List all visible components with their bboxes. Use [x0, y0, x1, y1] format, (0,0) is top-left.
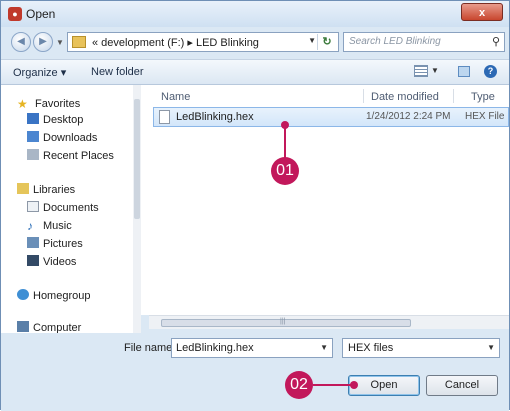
callout-pointer-line — [313, 384, 353, 386]
sidebar-label: Music — [43, 220, 72, 232]
sidebar-label: Desktop — [43, 114, 84, 126]
navigation-bar: ◀ ▶ ▼ « development (F:) ▸ LED Blinking … — [1, 28, 509, 56]
sidebar-item-pictures[interactable]: Pictures — [27, 237, 83, 250]
refresh-icon[interactable]: ↻ — [317, 34, 336, 50]
recent-pages-dropdown-icon[interactable]: ▼ — [56, 38, 64, 47]
column-header-type[interactable]: Type — [471, 91, 495, 103]
recent-places-icon — [27, 149, 39, 160]
sidebar-item-desktop[interactable]: Desktop — [27, 113, 83, 126]
sidebar-label: Pictures — [43, 238, 83, 250]
sidebar-label: Documents — [43, 202, 99, 214]
column-header-name[interactable]: Name — [161, 91, 190, 103]
sidebar-label: Downloads — [43, 132, 98, 144]
title-bar: ● Open x — [1, 1, 509, 27]
file-name-field[interactable]: LedBlinking.hex ▼ — [171, 338, 333, 358]
file-type-dropdown-icon[interactable]: ▼ — [487, 343, 495, 352]
downloads-icon — [27, 131, 39, 142]
horizontal-scrollbar[interactable]: ||| — [149, 315, 509, 329]
sidebar-item-homegroup[interactable]: Homegroup — [17, 289, 90, 302]
search-icon[interactable]: ⚲ — [492, 35, 500, 48]
navigation-pane: ★ Favorites Desktop Downloads Recent Plac… — [1, 85, 141, 333]
column-divider[interactable] — [453, 89, 454, 103]
search-input[interactable]: Search LED Blinking ⚲ — [343, 32, 505, 52]
help-icon[interactable]: ? — [484, 65, 497, 78]
scrollbar-grip-icon: ||| — [280, 318, 286, 325]
file-type-select[interactable]: HEX files ▼ — [342, 338, 500, 358]
music-icon: ♪ — [27, 219, 33, 233]
sidebar-label: Recent Places — [43, 150, 114, 162]
libraries-icon — [17, 183, 29, 194]
back-button[interactable]: ◀ — [11, 32, 31, 52]
star-icon: ★ — [17, 97, 28, 111]
forward-button[interactable]: ▶ — [33, 32, 53, 52]
documents-icon — [27, 201, 39, 212]
close-button[interactable]: x — [461, 3, 503, 21]
view-dropdown-icon[interactable]: ▼ — [431, 66, 439, 75]
change-view-icon[interactable] — [414, 65, 428, 77]
sidebar-item-libraries[interactable]: Libraries — [17, 183, 75, 196]
column-header-date-modified[interactable]: Date modified — [371, 91, 439, 103]
desktop-icon — [27, 113, 39, 124]
file-icon — [159, 110, 170, 124]
file-name-value[interactable]: LedBlinking.hex — [176, 342, 254, 354]
sidebar-item-computer[interactable]: Computer — [17, 321, 81, 333]
file-list: Name Date modified Type LedBlinking.hex … — [141, 85, 509, 315]
step-callout-2: 02 — [285, 371, 313, 399]
file-name[interactable]: LedBlinking.hex — [176, 111, 254, 123]
sidebar-label: Computer — [33, 322, 82, 333]
dialog-footer: File name: LedBlinking.hex ▼ HEX files ▼… — [1, 333, 509, 411]
command-toolbar: Organize ▾ New folder ▼ ? — [1, 59, 509, 85]
column-divider[interactable] — [363, 89, 364, 103]
file-date: 1/24/2012 2:24 PM — [366, 111, 451, 122]
homegroup-icon — [17, 289, 29, 300]
folder-icon — [72, 36, 86, 48]
file-name-dropdown-icon[interactable]: ▼ — [320, 343, 328, 352]
file-type: HEX File — [465, 111, 505, 122]
cancel-button[interactable]: Cancel — [426, 375, 498, 396]
pictures-icon — [27, 237, 39, 248]
callout-pointer-line — [284, 125, 286, 158]
file-row[interactable]: LedBlinking.hex 1/24/2012 2:24 PM HEX Fi… — [153, 107, 509, 127]
sidebar-label: Favorites — [35, 98, 81, 110]
sidebar-label: Videos — [43, 256, 77, 268]
scrollbar-thumb[interactable]: ||| — [161, 318, 411, 327]
navigation-scrollbar[interactable] — [133, 85, 141, 333]
organize-button[interactable]: Organize ▾ — [13, 66, 66, 79]
step-callout-1: 01 — [271, 157, 299, 185]
preview-pane-icon[interactable] — [458, 66, 470, 77]
new-folder-button[interactable]: New folder — [91, 66, 144, 78]
sidebar-item-documents[interactable]: Documents — [27, 201, 99, 214]
file-type-value[interactable]: HEX files — [348, 342, 393, 354]
sidebar-item-downloads[interactable]: Downloads — [27, 131, 97, 144]
window-title: Open — [26, 7, 56, 21]
sidebar-item-recent-places[interactable]: Recent Places — [27, 149, 114, 162]
callout-pointer-dot — [350, 381, 358, 389]
app-icon: ● — [8, 7, 22, 21]
address-dropdown-icon[interactable]: ▼ — [308, 36, 316, 45]
sidebar-item-music[interactable]: ♪ Music — [27, 219, 72, 233]
address-bar[interactable]: « development (F:) ▸ LED Blinking ▼ ↻ — [67, 32, 339, 52]
address-path[interactable]: « development (F:) ▸ LED Blinking — [92, 36, 259, 49]
sidebar-label: Libraries — [33, 184, 76, 196]
scrollbar-thumb[interactable] — [134, 99, 140, 219]
sidebar-item-videos[interactable]: Videos — [27, 255, 76, 268]
open-dialog: ● Open x ◀ ▶ ▼ « development (F:) ▸ LED … — [0, 0, 510, 411]
sidebar-item-favorites[interactable]: ★ Favorites — [17, 97, 81, 111]
computer-icon — [17, 321, 29, 332]
sidebar-label: Homegroup — [33, 290, 91, 302]
videos-icon — [27, 255, 39, 266]
open-button[interactable]: Open — [348, 375, 420, 396]
search-placeholder: Search LED Blinking — [349, 36, 441, 47]
file-name-label: File name: — [124, 342, 176, 354]
